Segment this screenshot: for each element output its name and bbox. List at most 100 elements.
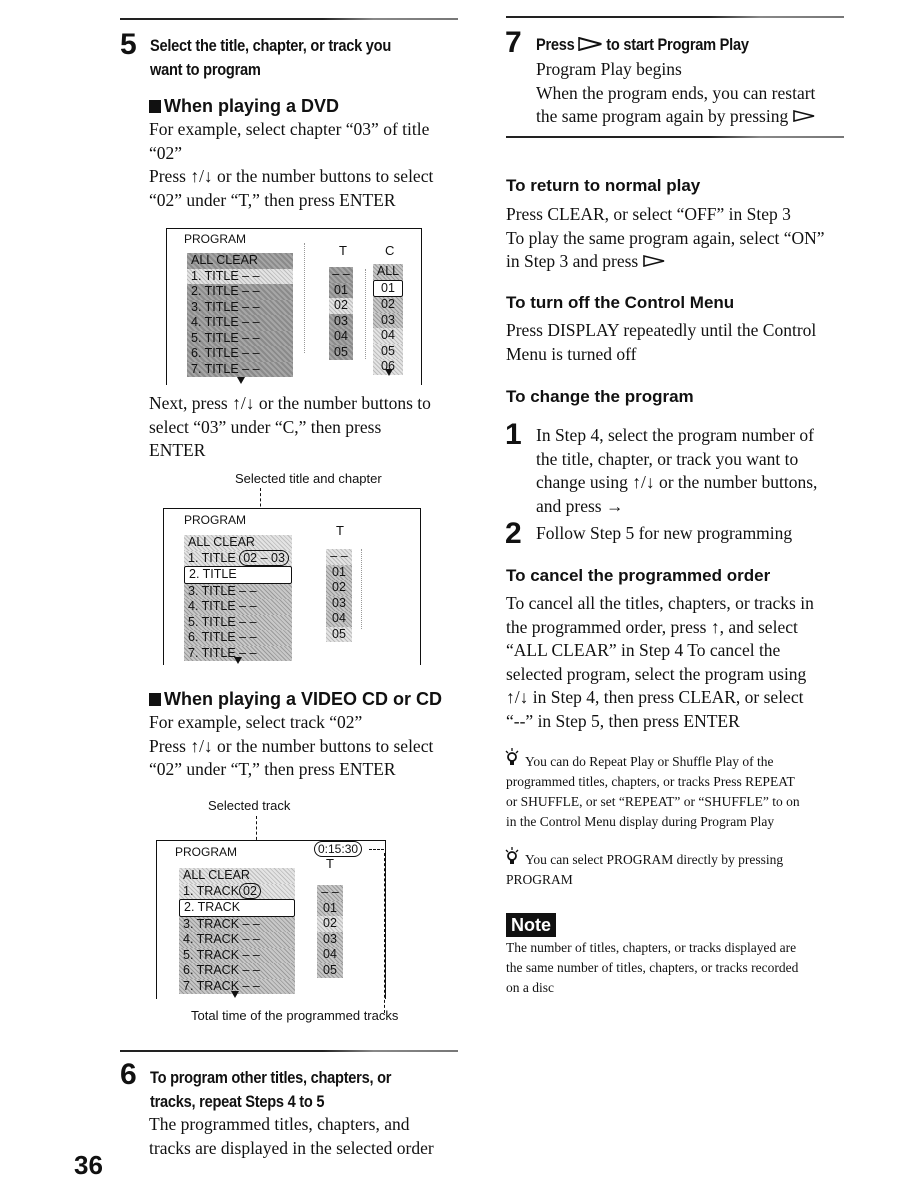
column-label-t: T xyxy=(326,856,334,871)
list-item[interactable]: 6. TITLE – – xyxy=(187,346,293,362)
track-number[interactable]: 02 xyxy=(317,916,343,932)
track-value: 02 xyxy=(239,882,261,899)
list-item[interactable]: 7. TITLE – – xyxy=(187,361,293,377)
text-line: Press CLEAR, or select “OFF” in Step 3 xyxy=(506,204,791,224)
track-number[interactable]: 04 xyxy=(317,947,343,963)
list-item[interactable]: 1. TITLE 02 – 03 xyxy=(184,549,292,566)
track-number[interactable]: – – xyxy=(317,885,343,901)
chapter-number-selected[interactable]: 01 xyxy=(373,279,403,297)
step7-text: Program Play begins When the program end… xyxy=(536,58,856,129)
list-item[interactable]: 5. TITLE – – xyxy=(187,330,293,346)
title-number[interactable]: 04 xyxy=(326,611,352,627)
track-number[interactable]: 01 xyxy=(317,900,343,916)
step-heading: Press to start Program Play xyxy=(536,33,846,57)
column-label-c: C xyxy=(385,243,395,258)
text-line: change using ↑/↓ or the number buttons, xyxy=(536,472,818,492)
scroll-down-icon[interactable] xyxy=(231,991,239,998)
step-heading-line: tracks, repeat Steps 4 to 5 xyxy=(150,1092,325,1111)
chapter-number[interactable]: 05 xyxy=(373,343,403,359)
program-list: ALL CLEAR 1. TITLE – – 2. TITLE – – 3. T… xyxy=(187,253,293,377)
title-number[interactable]: 02 xyxy=(326,580,352,596)
square-bullet-icon xyxy=(149,100,161,113)
text-line: in the Control Menu display during Progr… xyxy=(506,814,775,829)
list-item[interactable]: 5. TRACK – – xyxy=(179,947,295,963)
list-item[interactable]: ALL CLEAR xyxy=(179,868,295,884)
change-step2-text: Follow Step 5 for new programming xyxy=(536,523,793,543)
chapter-number[interactable]: 02 xyxy=(373,297,403,313)
turn-off-text: Press DISPLAY repeatedly until the Contr… xyxy=(506,319,856,366)
track-number[interactable]: 03 xyxy=(317,931,343,947)
list-item[interactable]: 6. TRACK – – xyxy=(179,963,295,979)
title-number[interactable]: 03 xyxy=(329,313,353,329)
text-line: selected program, select the program usi… xyxy=(506,663,807,684)
chapter-number[interactable]: 03 xyxy=(373,312,403,328)
scroll-down-icon[interactable] xyxy=(385,369,393,376)
title-number[interactable]: 02 xyxy=(329,298,353,314)
title-number[interactable]: 01 xyxy=(329,282,353,298)
program-screen-vcd: PROGRAM 0:15:30 T ALL CLEAR 1. TRACK 02 2… xyxy=(156,840,386,1013)
title-number-column: – – 01 02 03 04 05 xyxy=(326,549,352,642)
section-rule xyxy=(506,136,844,138)
scroll-down-icon[interactable] xyxy=(234,657,242,664)
text-line: “02” xyxy=(149,142,183,163)
list-item-selected[interactable]: 2. TRACK xyxy=(179,899,295,917)
square-bullet-icon xyxy=(149,693,161,706)
title-number[interactable]: – – xyxy=(326,549,352,565)
text-line: the same number of titles, chapters, or … xyxy=(506,960,799,975)
list-item[interactable]: 1. TITLE – – xyxy=(187,268,293,284)
title-chapter-value: 02 – 03 xyxy=(239,549,289,566)
title-number[interactable]: – – xyxy=(329,267,353,283)
caption-total-time: Total time of the programmed tracks xyxy=(191,1008,399,1023)
list-item[interactable]: ALL CLEAR xyxy=(187,253,293,269)
dotted-guide xyxy=(304,243,305,353)
text-line: The number of titles, chapters, or track… xyxy=(506,940,797,955)
list-item[interactable]: 4. TRACK – – xyxy=(179,932,295,948)
title-number[interactable]: 04 xyxy=(329,329,353,345)
text-line: PROGRAM xyxy=(506,872,573,887)
play-icon xyxy=(792,109,814,123)
title-number[interactable]: 01 xyxy=(326,564,352,580)
title-number[interactable]: 05 xyxy=(326,626,352,642)
return-normal-text: Press CLEAR, or select “OFF” in Step 3 T… xyxy=(506,203,856,274)
list-item[interactable]: 4. TITLE – – xyxy=(187,315,293,331)
step-number: 5 xyxy=(120,28,137,61)
text-line: When the program ends, you can restart xyxy=(536,82,816,103)
list-item[interactable]: 1. TRACK 02 xyxy=(179,882,295,899)
list-item[interactable]: ALL CLEAR xyxy=(184,535,292,551)
list-item[interactable]: 3. TITLE – – xyxy=(187,299,293,315)
dotted-guide xyxy=(361,549,362,629)
step-heading-text: Press xyxy=(536,35,575,54)
text-line: You can do Repeat Play or Shuffle Play o… xyxy=(525,754,774,769)
section-heading-cancel: To cancel the programmed order xyxy=(506,566,771,585)
column-label-t: T xyxy=(336,523,344,538)
list-item[interactable]: 5. TITLE – – xyxy=(184,614,292,630)
step6-text: The programmed titles, chapters, and tra… xyxy=(149,1113,469,1160)
chapter-number[interactable]: 04 xyxy=(373,328,403,344)
list-item-selected[interactable]: 2. TITLE xyxy=(184,566,292,584)
list-item[interactable]: 3. TITLE – – xyxy=(184,583,292,599)
text-line: ↑/↓ in Step 4, then press CLEAR, or sele… xyxy=(506,687,804,707)
text-line: programmed titles, chapters, or tracks P… xyxy=(506,774,795,789)
list-item[interactable]: 6. TITLE – – xyxy=(184,630,292,646)
text-line: To cancel all the titles, chapters, or t… xyxy=(506,593,814,613)
text-line: Press ↑/↓ or the number buttons to selec… xyxy=(149,735,434,756)
step-heading: To program other titles, chapters, or tr… xyxy=(150,1066,460,1114)
text-line: Press ↑/↓ or the number buttons to selec… xyxy=(149,166,434,186)
section-rule xyxy=(120,1050,458,1052)
title-number[interactable]: 05 xyxy=(329,344,353,360)
title-number[interactable]: 03 xyxy=(326,595,352,611)
vcd-instructions: For example, select track “02” Press ↑/↓… xyxy=(149,711,469,782)
text-line: “ALL CLEAR” in Step 4 To cancel the xyxy=(506,640,781,660)
text-line: the same program again by pressing xyxy=(536,105,856,129)
list-item[interactable]: 2. TITLE – – xyxy=(187,284,293,300)
text-line: in Step 3 and press xyxy=(506,250,856,274)
list-item[interactable]: 4. TITLE – – xyxy=(184,599,292,615)
chapter-number[interactable]: ALL xyxy=(373,264,403,280)
text-line: For example, select track “02” xyxy=(149,712,363,732)
note-badge: Note xyxy=(506,913,556,937)
track-number[interactable]: 05 xyxy=(317,962,343,978)
text-line: Menu is turned off xyxy=(506,343,637,364)
scroll-down-icon[interactable] xyxy=(237,377,245,384)
text-line: “02” under “T,” then press ENTER xyxy=(149,189,396,210)
list-item[interactable]: 3. TRACK – – xyxy=(179,916,295,932)
